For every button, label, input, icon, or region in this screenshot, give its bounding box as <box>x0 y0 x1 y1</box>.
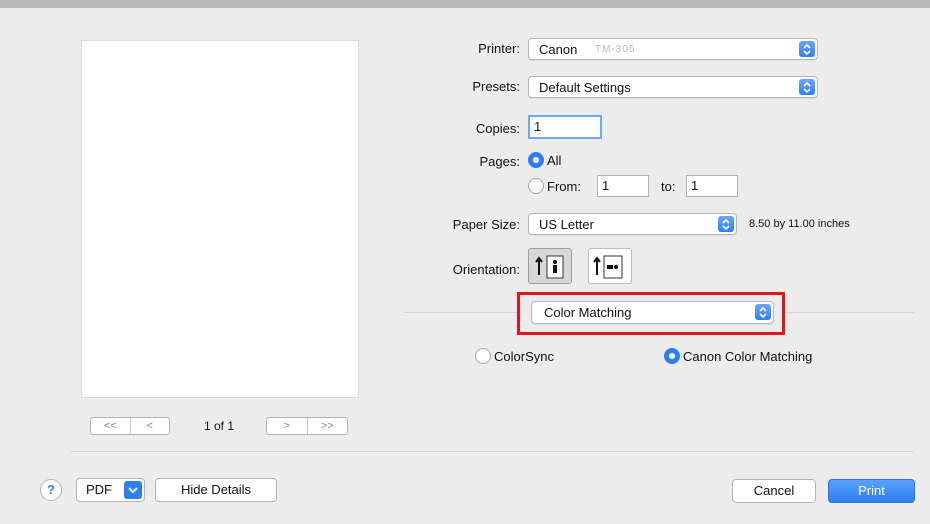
pages-from-label: From: <box>547 179 581 194</box>
colorsync-radio[interactable] <box>475 348 491 364</box>
popup-stepper-icon <box>799 41 815 57</box>
colorsync-label: ColorSync <box>494 349 554 364</box>
next-page-button[interactable]: > <box>267 418 307 434</box>
pages-label: Pages: <box>479 154 520 169</box>
printer-label: Printer: <box>478 41 520 56</box>
portrait-orientation-button[interactable] <box>528 248 572 284</box>
orientation-label: Orientation: <box>452 262 520 277</box>
cancel-button[interactable]: Cancel <box>732 479 816 503</box>
section-divider-right <box>782 312 914 313</box>
from-field[interactable]: 1 <box>597 175 649 197</box>
to-field[interactable]: 1 <box>686 175 738 197</box>
popup-stepper-icon <box>755 304 771 320</box>
pdf-label: PDF <box>86 482 112 497</box>
section-popup[interactable]: Color Matching <box>531 301 774 324</box>
print-button[interactable]: Print <box>828 479 915 503</box>
pages-from-radio[interactable] <box>528 178 544 194</box>
footer-divider <box>70 451 914 452</box>
landscape-orientation-button[interactable] <box>588 248 632 284</box>
hide-details-button[interactable]: Hide Details <box>155 478 277 502</box>
canon-color-matching-radio[interactable] <box>664 348 680 364</box>
popup-stepper-icon <box>718 216 734 232</box>
window-top-edge <box>0 0 930 8</box>
first-page-button[interactable]: << <box>91 418 130 434</box>
pdf-menu-button[interactable]: PDF <box>76 478 145 502</box>
printer-value: Canon <box>539 42 578 57</box>
last-page-button[interactable]: >> <box>306 418 348 434</box>
pages-all-label: All <box>547 153 562 168</box>
popup-stepper-icon <box>799 79 815 95</box>
section-divider-left <box>404 312 522 313</box>
landscape-icon <box>593 255 623 279</box>
help-icon: ? <box>47 482 55 497</box>
previous-page-button[interactable]: < <box>129 418 170 434</box>
section-popup-value: Color Matching <box>544 305 632 320</box>
copies-label: Copies: <box>475 121 520 136</box>
help-button[interactable]: ? <box>40 479 62 501</box>
presets-value: Default Settings <box>539 80 631 95</box>
copies-field[interactable]: 1 <box>528 115 602 139</box>
preview-nav-next-last[interactable]: > >> <box>266 417 348 435</box>
to-label: to: <box>661 179 676 194</box>
portrait-icon <box>535 255 564 279</box>
paper-size-label: Paper Size: <box>452 217 520 232</box>
paper-size-dimensions: 8.50 by 11.00 inches <box>749 218 850 230</box>
paper-size-popup[interactable]: US Letter <box>528 213 737 235</box>
pdf-dropdown-icon <box>124 481 142 499</box>
presets-popup[interactable]: Default Settings <box>528 76 818 98</box>
presets-label: Presets: <box>472 79 520 94</box>
page-preview <box>81 40 359 398</box>
pages-all-radio[interactable] <box>528 152 544 168</box>
preview-nav-first-prev[interactable]: << < <box>90 417 170 435</box>
printer-popup[interactable]: Canon TM-305 <box>528 38 818 60</box>
paper-size-value: US Letter <box>539 217 594 232</box>
page-indicator: 1 of 1 <box>204 419 235 433</box>
printer-model-blurred: TM-305 <box>595 44 636 55</box>
canon-color-matching-label: Canon Color Matching <box>683 349 813 364</box>
